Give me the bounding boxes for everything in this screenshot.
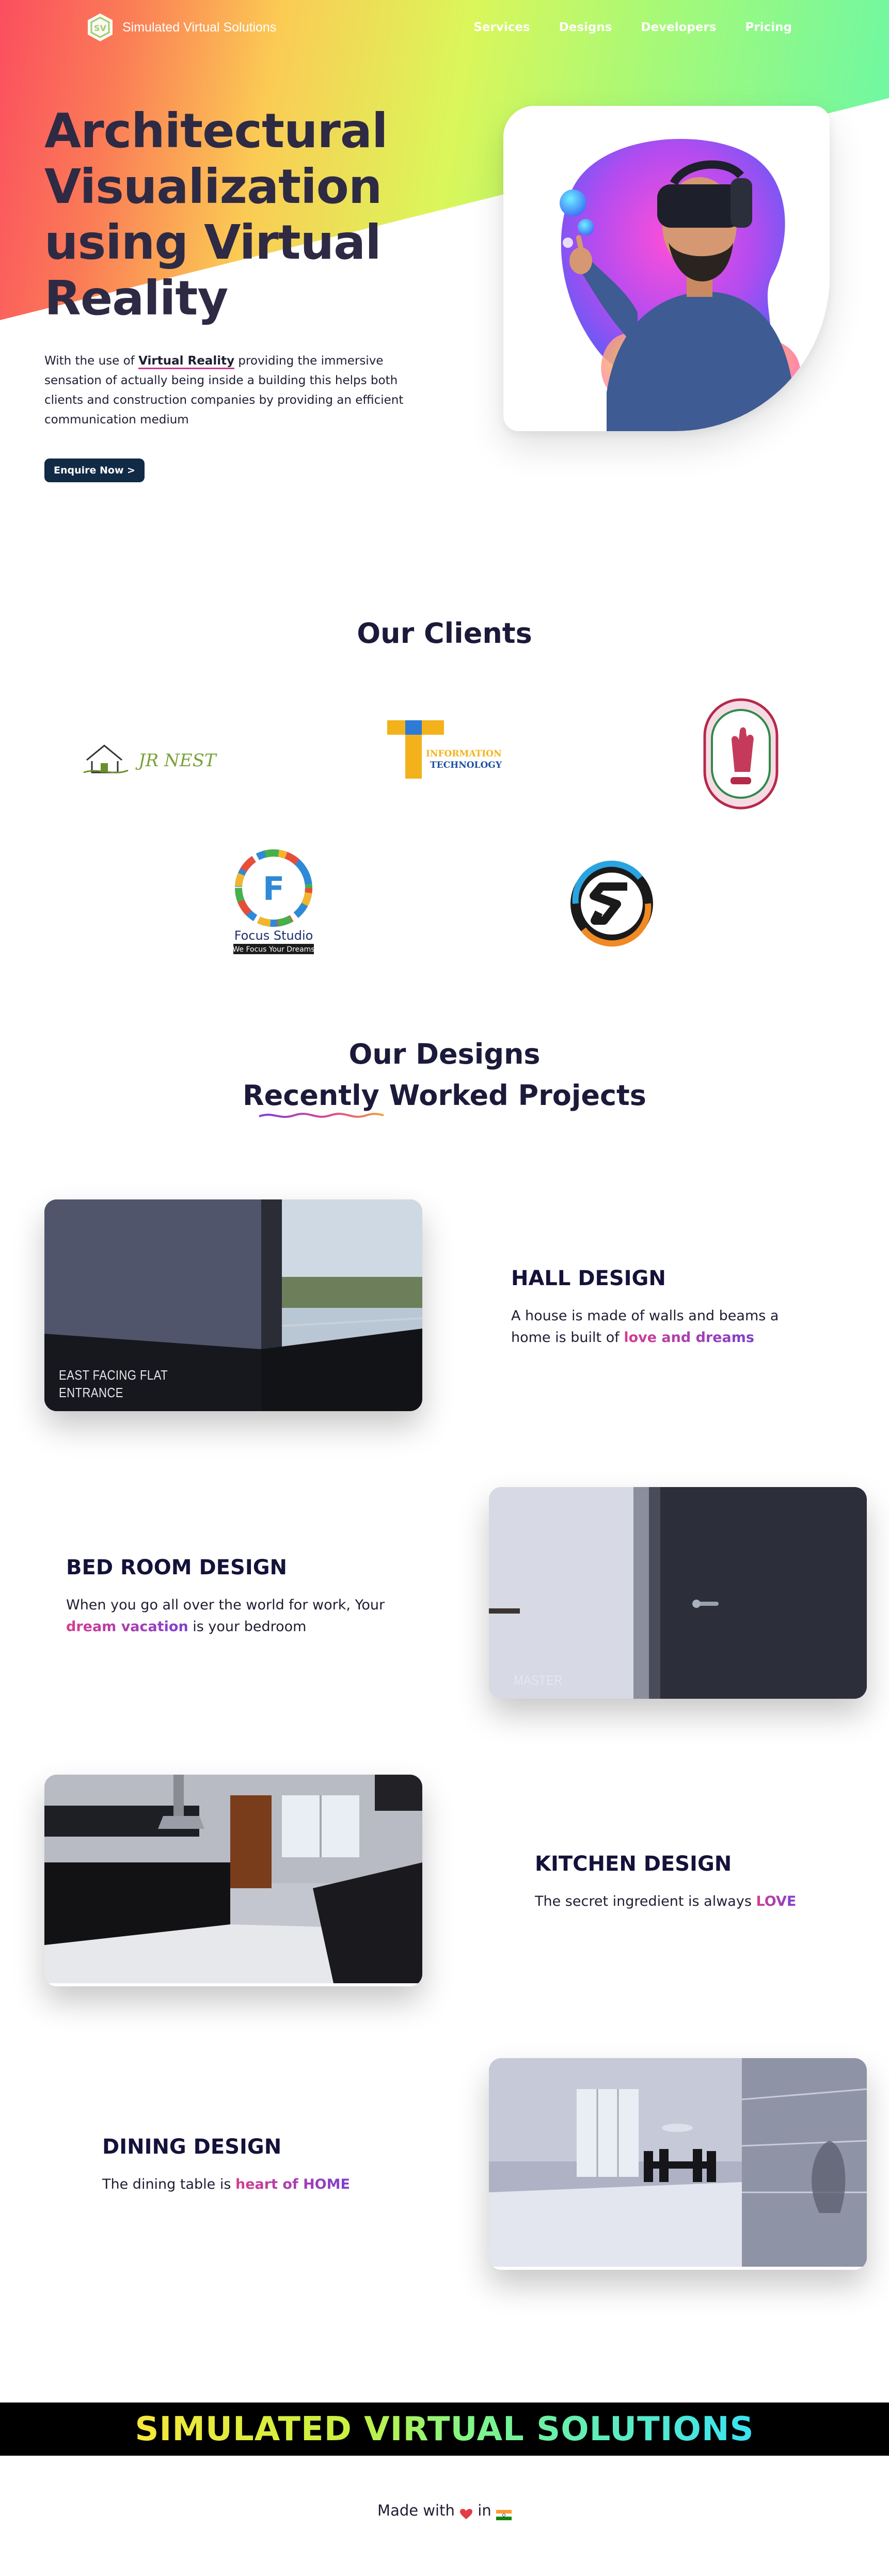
hall-design-highlight: love and dreams xyxy=(624,1330,754,1346)
hall-design-title: HALL DESIGN xyxy=(511,1267,666,1290)
clients-title: Our Clients xyxy=(357,617,532,650)
nav-pricing[interactable]: Pricing xyxy=(745,21,792,34)
dining-design-highlight: heart of HOME xyxy=(235,2176,350,2192)
nav-links: Services Designs Developers Pricing xyxy=(473,21,792,34)
dining-design-image[interactable] xyxy=(489,2058,867,2270)
svg-text:Focus Studio: Focus Studio xyxy=(234,928,313,943)
heart-icon xyxy=(459,2506,473,2519)
nav-designs[interactable]: Designs xyxy=(559,21,612,34)
bedroom-design-title: BED ROOM DESIGN xyxy=(66,1556,288,1579)
jr-nest-text: JR NEST xyxy=(135,750,217,771)
made-in-text: in xyxy=(478,2502,491,2519)
kitchen-design-image[interactable] xyxy=(44,1775,422,1986)
client-logo-jr-nest: JR NEST xyxy=(77,723,222,785)
brand-name: Simulated Virtual Solutions xyxy=(122,20,277,35)
svg-text:F: F xyxy=(263,870,284,908)
hall-design-description: A house is made of walls and beams a hom… xyxy=(511,1308,779,1346)
nav-services[interactable]: Services xyxy=(473,21,530,34)
enquire-now-button[interactable]: Enquire Now > xyxy=(44,459,145,482)
dining-design-description: The dining table is heart of HOME xyxy=(102,2176,350,2192)
india-flag-icon xyxy=(496,2506,512,2520)
top-navigation: SV Simulated Virtual Solutions Services … xyxy=(0,12,889,49)
kitchen-design-highlight: LOVE xyxy=(756,1893,797,1909)
made-with-text: Made with xyxy=(377,2502,455,2519)
college-seal-icon xyxy=(703,698,779,810)
hall-image-caption: EAST FACING FLAT ENTRANCE xyxy=(59,1367,168,1400)
subtitle-squiggle xyxy=(259,1113,384,1118)
vr-illustration-card xyxy=(503,106,830,431)
house-logo-icon: JR NEST xyxy=(83,745,217,773)
designs-subtitle: Recently Worked Projects xyxy=(243,1079,646,1112)
footer-banner: SIMULATED VIRTUAL SOLUTIONS xyxy=(0,2403,889,2456)
footer-banner-text: SIMULATED VIRTUAL SOLUTIONS xyxy=(135,2410,754,2448)
dining-design-title: DINING DESIGN xyxy=(102,2135,282,2159)
svg-text:SV: SV xyxy=(94,23,107,33)
client-logo-focus-studio: F Focus Studio We Focus Your Dreams xyxy=(222,847,325,960)
bedroom-design-highlight: dream vacation xyxy=(66,1619,188,1635)
svg-text:We Focus Your Dreams: We Focus Your Dreams xyxy=(232,945,314,954)
nav-developers[interactable]: Developers xyxy=(641,21,716,34)
bedroom-design-description: When you go all over the world for work,… xyxy=(66,1597,385,1635)
kitchen-design-description: The secret ingredient is always LOVE xyxy=(535,1893,797,1909)
client-logo-s xyxy=(563,855,661,953)
svg-text:INFORMATION: INFORMATION xyxy=(426,749,502,759)
kitchen-design-title: KITCHEN DESIGN xyxy=(535,1852,732,1876)
hero-description: With the use of Virtual Reality providin… xyxy=(44,351,426,430)
designs-title: Our Designs xyxy=(348,1038,541,1070)
brand-logo[interactable]: SV Simulated Virtual Solutions xyxy=(85,12,276,42)
s-logo-icon xyxy=(570,860,653,947)
bedroom-design-image[interactable]: MASTER xyxy=(489,1487,867,1699)
client-logo-information-technology: INFORMATION TECHNOLOGY xyxy=(379,687,509,816)
focus-studio-logo-icon: F Focus Studio We Focus Your Dreams xyxy=(232,849,315,954)
hero-desc-prefix: With the use of xyxy=(44,354,139,368)
bedroom-image-caption: MASTER xyxy=(514,1672,563,1688)
hero-section: SV Simulated Virtual Solutions Services … xyxy=(0,0,889,516)
hero-desc-highlight: Virtual Reality xyxy=(138,354,235,369)
client-logo-siddhartha-college xyxy=(694,694,787,813)
made-with-line: Made with in xyxy=(0,2502,889,2520)
hall-design-image[interactable]: EAST FACING FLAT ENTRANCE xyxy=(44,1199,422,1411)
logo-hexagon-icon: SV xyxy=(85,12,115,42)
it-logo-icon: INFORMATION TECHNOLOGY xyxy=(379,687,509,816)
svg-text:TECHNOLOGY: TECHNOLOGY xyxy=(430,760,502,770)
vr-person-illustration xyxy=(560,139,801,431)
hero-title: Architectural Visualization using Virtua… xyxy=(44,103,388,326)
